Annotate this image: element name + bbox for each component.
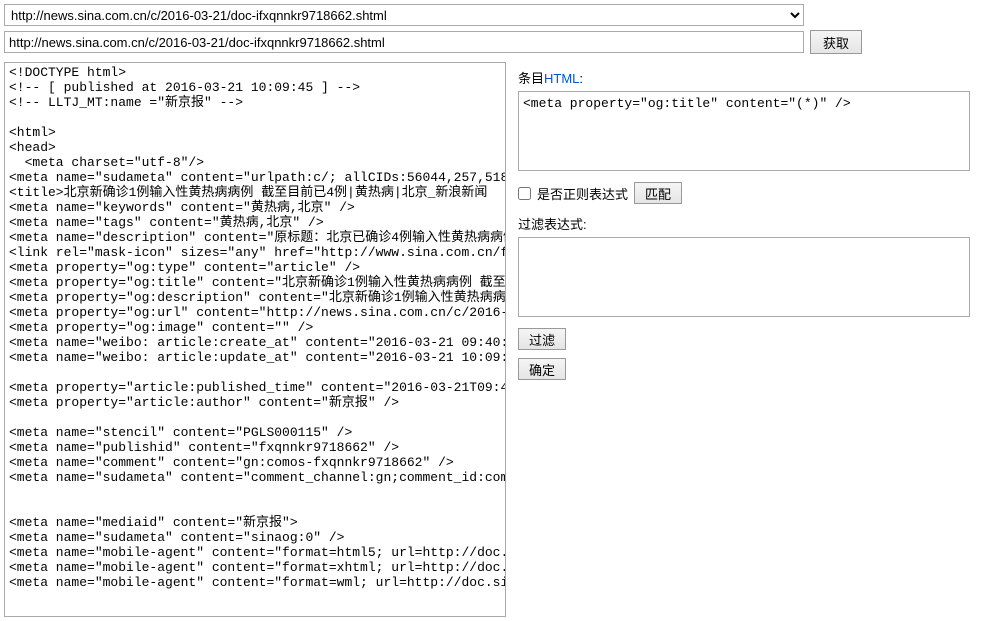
url-select[interactable]: http://news.sina.com.cn/c/2016-03-21/doc… bbox=[4, 4, 804, 26]
confirm-button[interactable]: 确定 bbox=[518, 358, 566, 380]
filter-button[interactable]: 过滤 bbox=[518, 328, 566, 350]
filter-expression-textarea[interactable] bbox=[518, 237, 970, 317]
source-html-panel[interactable]: <!DOCTYPE html> <!-- [ published at 2016… bbox=[4, 62, 506, 617]
entry-label-prefix: 条目 bbox=[518, 71, 544, 86]
filter-expression-label: 过滤表达式: bbox=[518, 214, 986, 233]
regex-checkbox[interactable] bbox=[518, 187, 531, 200]
entry-html-textarea[interactable] bbox=[518, 91, 970, 171]
entry-html-label: 条目HTML: bbox=[518, 68, 986, 87]
url-input[interactable] bbox=[4, 31, 804, 53]
entry-label-suffix: : bbox=[579, 71, 583, 86]
regex-checkbox-label: 是否正则表达式 bbox=[537, 184, 628, 203]
fetch-button[interactable]: 获取 bbox=[810, 30, 862, 54]
match-button[interactable]: 匹配 bbox=[634, 182, 682, 204]
entry-label-html: HTML bbox=[544, 71, 579, 86]
right-panel: 条目HTML: 是否正则表达式 匹配 过滤表达式: 过滤 确定 bbox=[518, 62, 986, 617]
